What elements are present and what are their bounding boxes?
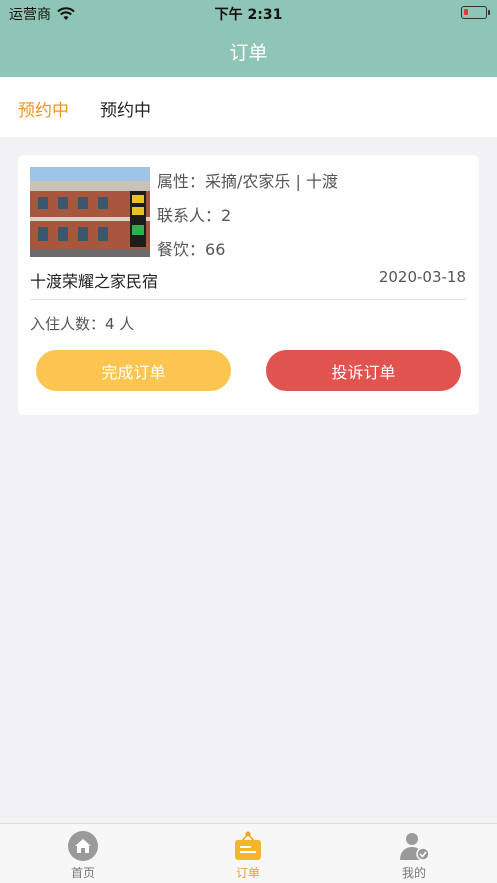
contact-value: 2 — [221, 206, 232, 225]
page-title: 订单 — [229, 42, 268, 64]
order-thumbnail — [30, 167, 150, 257]
homestay-name: 十渡荣耀之家民宿 — [30, 272, 159, 291]
battery-icon — [461, 6, 490, 19]
attr-value: 采摘/农家乐 | 十渡 — [205, 172, 338, 191]
tabbar-item-home[interactable]: 首页 — [53, 830, 113, 881]
order-date: 2020-03-18 — [378, 268, 466, 286]
contact-label: 联系人： — [157, 206, 222, 225]
complain-order-button[interactable]: 投诉订单 — [266, 350, 461, 391]
attr-row: 属性：采摘/农家乐 | 十渡 — [157, 168, 338, 192]
dining-label: 餐饮： — [157, 240, 206, 259]
order-tabs: 预约中 预约中 — [0, 77, 497, 137]
bottom-tab-bar: 首页 订单 我的 — [0, 823, 497, 883]
tabbar-label-home: 首页 — [70, 866, 95, 880]
tabbar-item-mine[interactable]: 我的 — [384, 830, 444, 881]
tab-reserving[interactable]: 预约中 — [100, 96, 151, 121]
dining-row: 餐饮：66 — [157, 236, 225, 260]
header-bar: 运营商 下午 2:31 订单 — [0, 0, 497, 77]
home-icon — [68, 831, 98, 861]
guest-count: 入住人数：4 人 — [30, 315, 135, 333]
tab-reserving-active[interactable]: 预约中 — [18, 96, 69, 121]
status-bar: 运营商 下午 2:31 — [0, 0, 497, 26]
tabbar-label-mine: 我的 — [401, 866, 426, 880]
tabbar-item-orders[interactable]: 订单 — [218, 830, 278, 881]
dining-value: 66 — [205, 240, 226, 259]
order-icon — [235, 831, 261, 860]
user-icon — [400, 833, 430, 861]
complete-order-button[interactable]: 完成订单 — [36, 350, 231, 391]
clock: 下午 2:31 — [214, 7, 283, 23]
order-card[interactable]: 属性：采摘/农家乐 | 十渡 联系人：2 餐饮：66 十渡荣耀之家民宿 2020… — [18, 155, 479, 415]
tabbar-label-orders: 订单 — [235, 866, 260, 880]
divider — [30, 299, 467, 300]
contact-row: 联系人：2 — [157, 202, 231, 226]
attr-label: 属性： — [157, 172, 206, 191]
